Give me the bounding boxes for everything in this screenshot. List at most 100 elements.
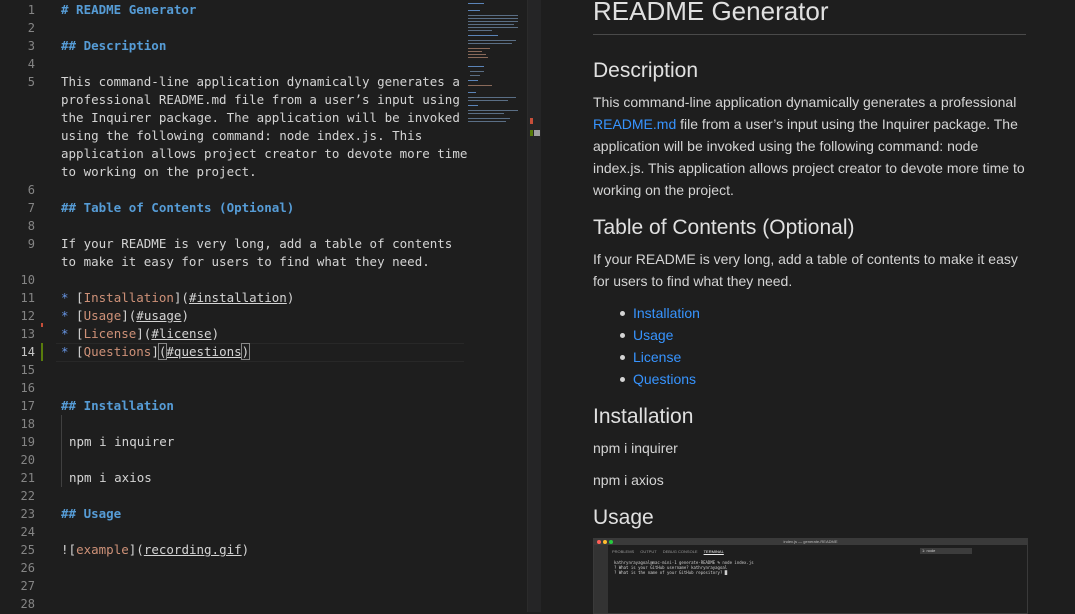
gif-tab: PROBLEMS <box>612 549 635 554</box>
gif-activity-bar <box>594 545 608 613</box>
bullet <box>620 333 625 338</box>
readme-link[interactable]: README.md <box>593 116 676 132</box>
bullet <box>620 377 625 382</box>
gif-titlebar: index.js — generate-README <box>594 539 1027 545</box>
image-src: recording.gif <box>143 542 242 557</box>
usage-recording-image: index.js — generate-README PROBLEMS OUTPU… <box>593 538 1028 614</box>
scrollbar-deleted-marker <box>530 118 533 124</box>
md-toc-item[interactable]: * [Installation](#installation) <box>61 289 294 307</box>
line-number: 22 <box>20 489 35 503</box>
md-text[interactable]: application allows project creator to de… <box>61 145 467 163</box>
link-href: #license <box>151 326 212 341</box>
gif-tab: OUTPUT <box>640 549 657 554</box>
description-text: This command-line application dynamicall… <box>593 94 1017 110</box>
md-text[interactable]: using the following command: node index.… <box>61 127 422 145</box>
bullet: * <box>61 344 69 359</box>
modified-line-marker <box>41 343 43 361</box>
preview-description-heading: Description <box>593 59 699 82</box>
bullet: * <box>61 290 69 305</box>
md-h2-usage[interactable]: ## Usage <box>61 505 121 523</box>
toc-link-installation[interactable]: Installation <box>633 305 700 321</box>
bullet: * <box>61 308 69 323</box>
preview-title: README Generator <box>593 0 829 26</box>
scrollbar-cursor-marker <box>534 130 540 136</box>
md-text[interactable]: to make it easy for users to find what t… <box>61 253 430 271</box>
line-number: 11 <box>20 291 35 305</box>
link-text: Usage <box>83 308 122 323</box>
minimap[interactable] <box>466 0 527 612</box>
md-text[interactable]: to working on the project. <box>61 163 257 181</box>
link-text: Installation <box>83 290 174 305</box>
line-number: 4 <box>27 57 35 71</box>
md-text[interactable]: the Inquirer package. The application wi… <box>61 109 460 127</box>
line-number: 14 <box>20 345 35 359</box>
line-number: 9 <box>27 237 35 251</box>
line-number: 21 <box>20 471 35 485</box>
bullet <box>620 355 625 360</box>
line-number: 16 <box>20 381 35 395</box>
link-href: #usage <box>136 308 182 323</box>
md-h2-installation[interactable]: ## Installation <box>61 397 174 415</box>
scrollbar-modified-marker <box>530 130 533 136</box>
markdown-editor[interactable]: 1 2 3 4 5 6 7 8 9 10 11 12 13 14 15 16 1… <box>0 0 527 612</box>
line-number: 2 <box>27 21 35 35</box>
toc-link-license[interactable]: License <box>633 349 681 365</box>
line-number: 5 <box>27 75 35 89</box>
md-text[interactable]: This command-line application dynamicall… <box>61 73 460 91</box>
md-h2-description[interactable]: ## Description <box>61 37 166 55</box>
preview-toc-heading: Table of Contents (Optional) <box>593 216 855 239</box>
line-number: 18 <box>20 417 35 431</box>
toc-link-questions[interactable]: Questions <box>633 371 696 387</box>
md-text[interactable]: professional README.md file from a user’… <box>61 91 460 109</box>
md-h1[interactable]: # README Generator <box>61 1 196 19</box>
link-text: Questions <box>83 344 152 359</box>
line-number: 26 <box>20 561 35 575</box>
line-number: 17 <box>20 399 35 413</box>
line-number: 6 <box>27 183 35 197</box>
md-toc-item[interactable]: * [Questions](#questions) <box>61 343 251 361</box>
line-number: 8 <box>27 219 35 233</box>
gif-window-title: index.js — generate-README <box>783 539 838 544</box>
link-href: #installation <box>188 290 287 305</box>
md-toc-item[interactable]: * [License](#license) <box>61 325 219 343</box>
preview-install-1: npm i inquirer <box>593 440 678 456</box>
preview-description: This command-line application dynamicall… <box>593 91 1033 201</box>
line-number: 10 <box>20 273 35 287</box>
line-number: 27 <box>20 579 35 593</box>
editor-scrollbar[interactable] <box>527 0 542 612</box>
line-number: 19 <box>20 435 35 449</box>
line-number: 25 <box>20 543 35 557</box>
md-h2-toc[interactable]: ## Table of Contents (Optional) <box>61 199 294 217</box>
md-toc-item[interactable]: * [Usage](#usage) <box>61 307 189 325</box>
preview-installation-heading: Installation <box>593 405 694 428</box>
toc-link-usage[interactable]: Usage <box>633 327 673 343</box>
line-number: 15 <box>20 363 35 377</box>
line-number: 20 <box>20 453 35 467</box>
gif-shell-select: 1: node <box>920 548 972 554</box>
markdown-preview[interactable]: README Generator Description This comman… <box>541 0 1075 612</box>
image-alt: example <box>76 542 129 557</box>
line-number: 24 <box>20 525 35 539</box>
line-number: 12 <box>20 309 35 323</box>
preview-toc-intro: If your README is very long, add a table… <box>593 251 1018 289</box>
link-href: #questions <box>166 344 242 359</box>
gif-tab: DEBUG CONSOLE <box>662 549 698 554</box>
md-code-block[interactable]: npm i inquirer <box>69 433 174 451</box>
gif-tab: TERMINAL <box>703 549 724 554</box>
line-number: 1 <box>27 3 35 17</box>
link-text: License <box>83 326 137 341</box>
md-syntax: ![ <box>61 542 77 557</box>
bullet <box>620 311 625 316</box>
preview-install-2: npm i axios <box>593 472 664 488</box>
title-divider <box>593 34 1026 35</box>
md-text[interactable]: If your README is very long, add a table… <box>61 235 452 253</box>
indent-guide <box>61 415 62 487</box>
md-syntax: ]( <box>128 542 144 557</box>
md-syntax: ) <box>241 542 250 557</box>
deleted-line-marker <box>41 323 43 327</box>
line-number: 13 <box>20 327 35 341</box>
md-code-block[interactable]: npm i axios <box>69 469 152 487</box>
md-image[interactable]: ![example](recording.gif) <box>61 541 249 559</box>
preview-usage-heading: Usage <box>593 506 654 529</box>
line-number: 7 <box>27 201 35 215</box>
